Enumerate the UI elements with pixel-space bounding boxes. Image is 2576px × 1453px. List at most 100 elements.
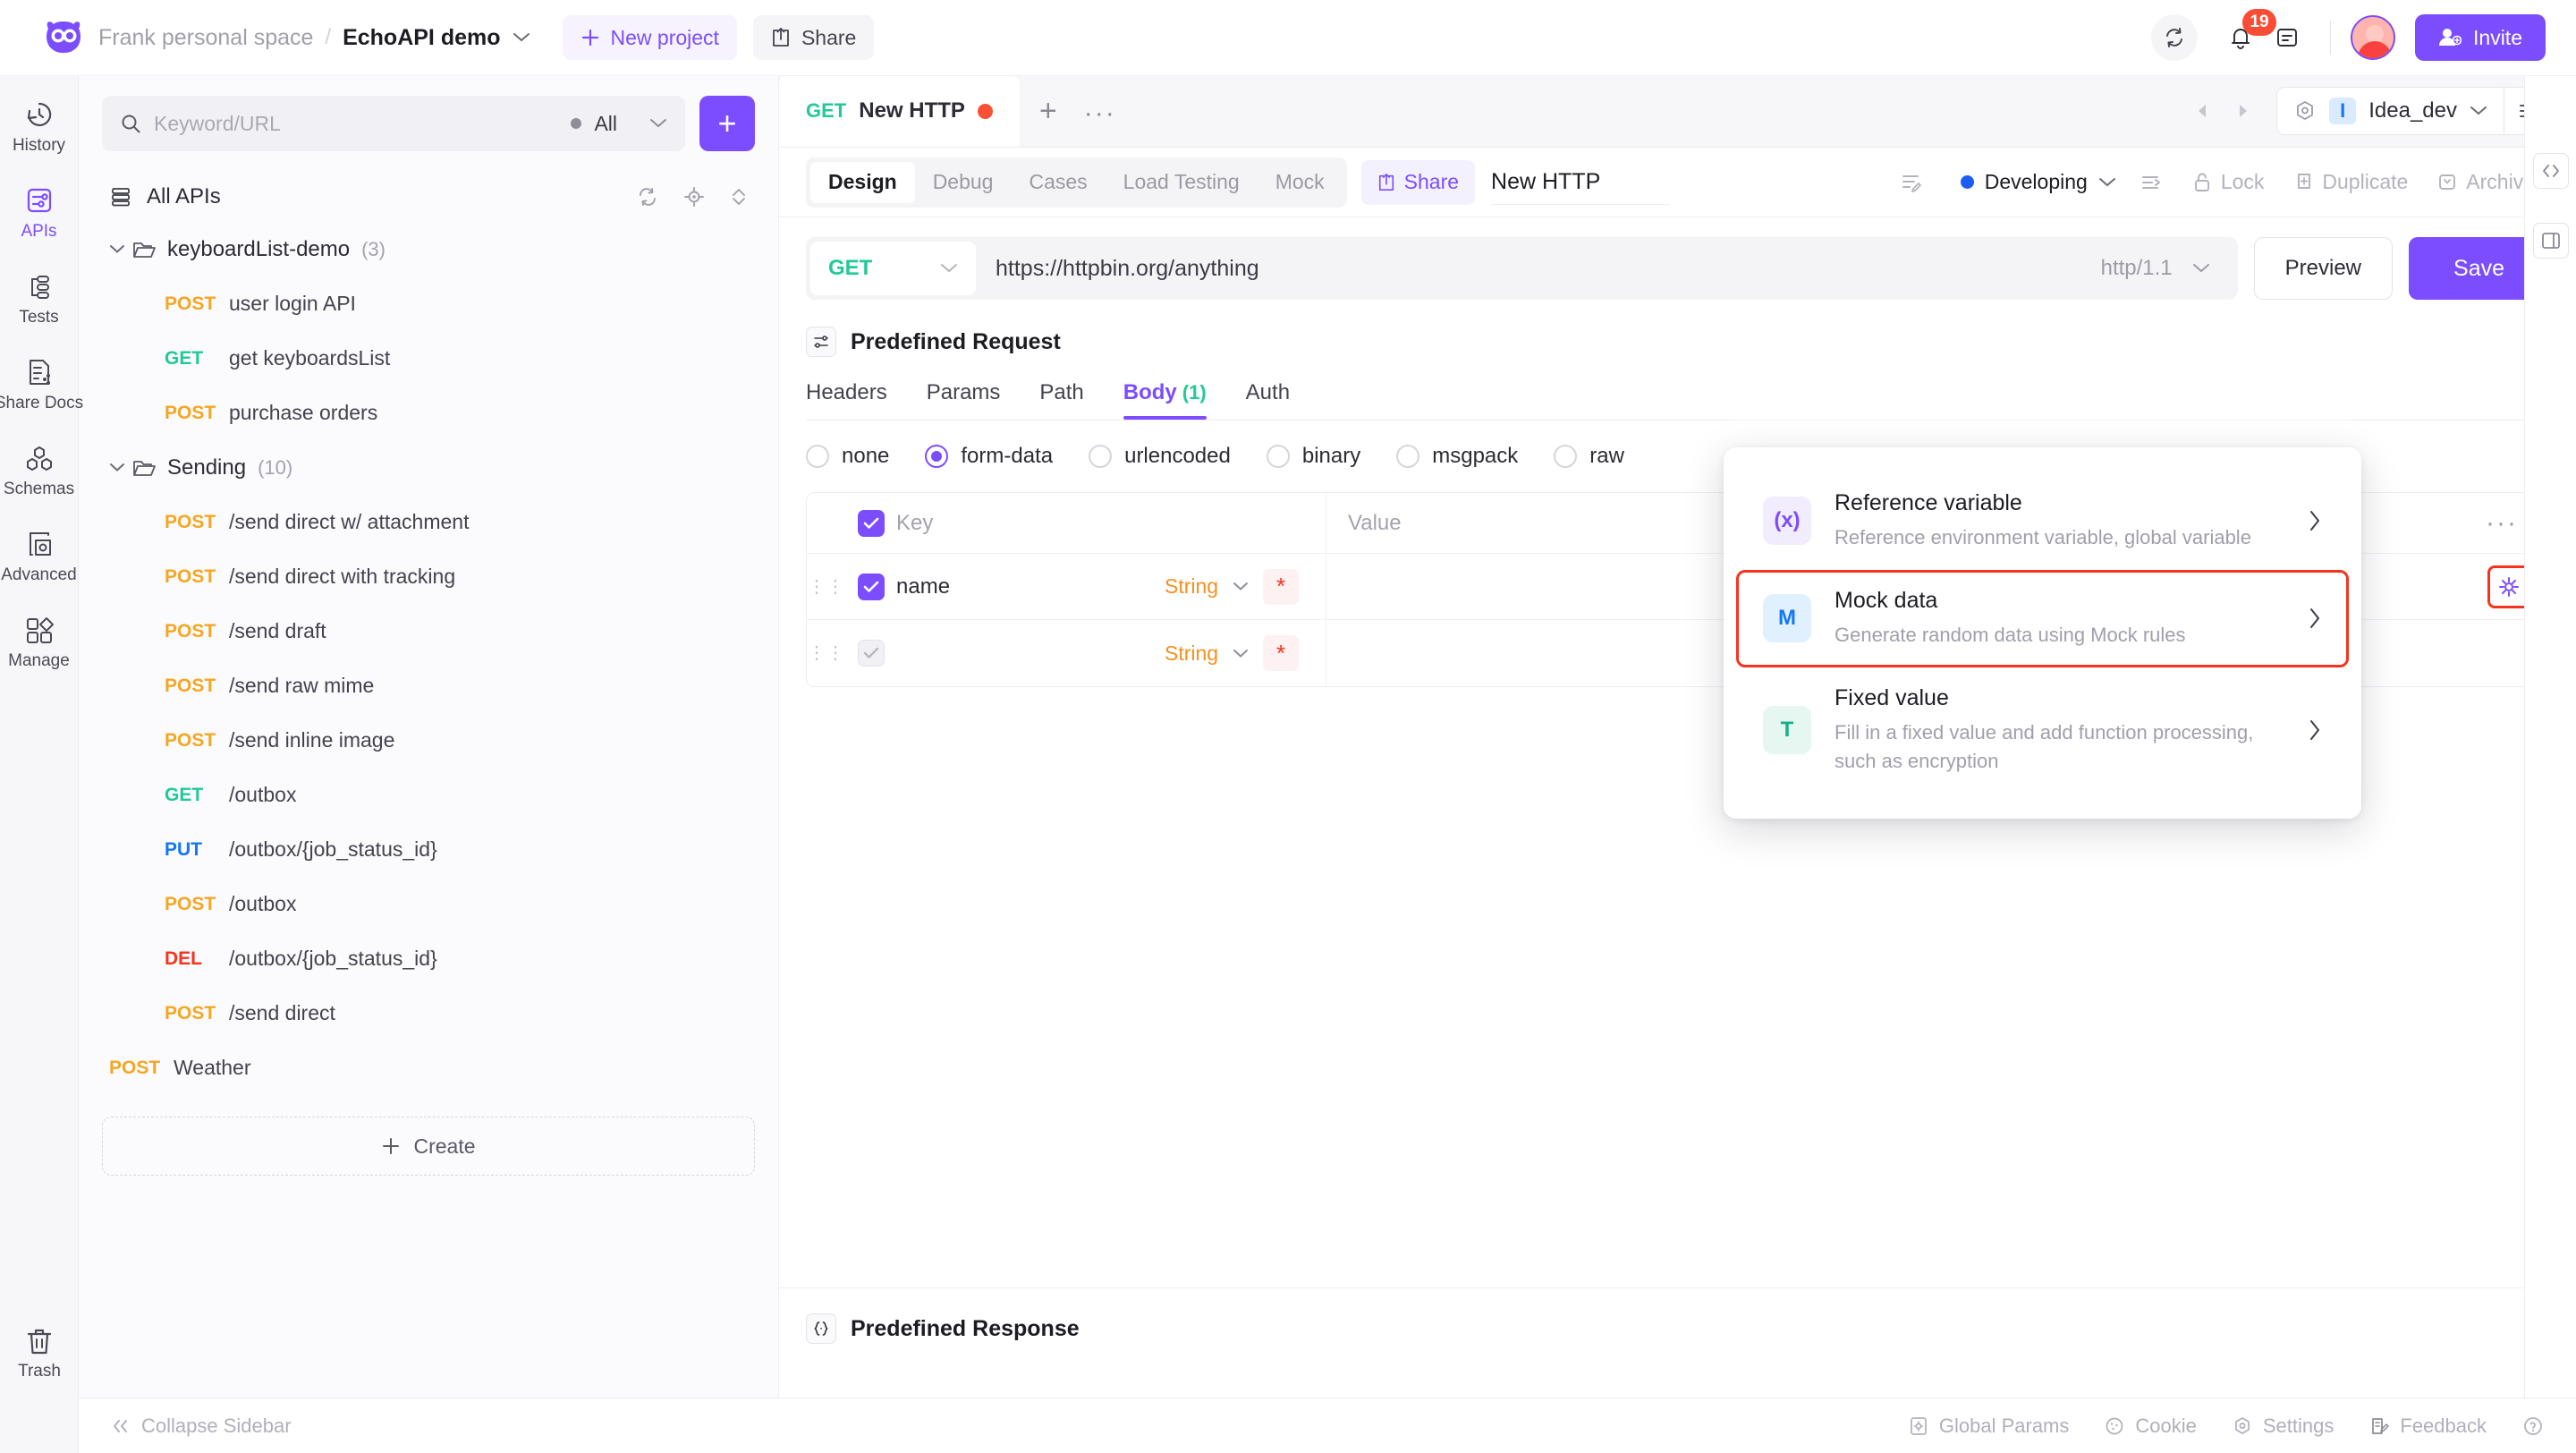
drag-handle-icon[interactable]: ⋮⋮ <box>807 644 846 662</box>
tab-headers[interactable]: Headers <box>806 380 887 420</box>
edit-description-icon[interactable] <box>1885 171 1937 194</box>
notifications-button[interactable]: 19 <box>2217 9 2277 61</box>
sidebar-item-tests[interactable]: Tests <box>0 270 79 326</box>
settings-button[interactable]: Settings <box>2233 1415 2334 1438</box>
cookie-button[interactable]: Cookie <box>2105 1415 2197 1438</box>
list-item[interactable]: POST /send inline image <box>79 713 778 768</box>
list-item[interactable]: POST /send direct w/ attachment <box>79 495 778 549</box>
nav-forward-icon[interactable] <box>2223 102 2264 120</box>
radio-form-data[interactable]: form-data <box>925 444 1053 469</box>
sidebar-item-trash[interactable]: Trash <box>0 1326 79 1380</box>
search-box[interactable]: All <box>102 96 685 151</box>
tab-mock[interactable]: Mock <box>1258 162 1343 203</box>
list-item[interactable]: POST /send raw mime <box>79 659 778 713</box>
feedback-button[interactable]: Feedback <box>2369 1415 2487 1438</box>
sidebar-item-share-docs[interactable]: Share Docs <box>0 356 83 412</box>
popup-item-reference-variable[interactable]: (x) Reference variable Reference environ… <box>1736 472 2349 570</box>
method-selector[interactable]: GET <box>810 242 976 295</box>
list-item[interactable]: GET /outbox <box>79 768 778 822</box>
sidebar-item-advanced[interactable]: Advanced <box>0 528 79 583</box>
workspace-name[interactable]: Frank personal space <box>98 25 313 51</box>
row-type-selector[interactable]: String * <box>1165 568 1326 605</box>
required-toggle[interactable]: * <box>1263 568 1300 605</box>
radio-binary[interactable]: binary <box>1266 444 1360 469</box>
tab-params[interactable]: Params <box>927 380 1001 420</box>
row-checkbox[interactable] <box>846 573 896 600</box>
popup-item-mock-data[interactable]: M Mock data Generate random data using M… <box>1736 569 2349 667</box>
popup-item-fixed-value[interactable]: T Fixed value Fill in a fixed value and … <box>1736 667 2349 794</box>
required-toggle[interactable]: * <box>1263 635 1300 671</box>
project-name[interactable]: EchoAPI demo <box>343 25 500 51</box>
new-project-button[interactable]: New project <box>562 15 737 60</box>
status-badge[interactable]: Developing <box>1960 170 2116 194</box>
chevron-down-icon[interactable] <box>109 463 132 472</box>
tab-auth[interactable]: Auth <box>1246 380 1290 420</box>
environment-selector[interactable]: I Idea_dev <box>2276 87 2504 135</box>
radio-msgpack[interactable]: msgpack <box>1396 444 1518 469</box>
drag-handle-icon[interactable]: ⋮⋮ <box>807 578 846 596</box>
share-button[interactable]: Share <box>752 15 875 60</box>
locate-icon[interactable] <box>683 186 705 208</box>
chevron-down-icon[interactable] <box>109 244 132 254</box>
all-apis-row[interactable]: All APIs <box>102 172 755 222</box>
sync-icon[interactable] <box>2151 14 2199 61</box>
list-item[interactable]: DEL /outbox/{job_status_id} <box>79 931 778 986</box>
help-button[interactable] <box>2522 1415 2544 1437</box>
api-name-input[interactable] <box>1491 159 1671 205</box>
nav-back-icon[interactable] <box>2182 102 2223 120</box>
chevron-down-icon[interactable] <box>2470 106 2487 116</box>
tab-overflow-button[interactable]: ··· <box>1077 81 1123 147</box>
lock-button[interactable]: Lock <box>2177 170 2279 194</box>
tab-new-http[interactable]: GET New HTTP <box>779 75 1020 147</box>
list-item[interactable]: POST /send direct <box>79 986 778 1041</box>
tab-design[interactable]: Design <box>810 161 915 203</box>
tab-body[interactable]: Body (1) <box>1123 380 1207 420</box>
list-item[interactable]: POST user login API <box>79 276 778 331</box>
sidebar-item-history[interactable]: History <box>0 98 79 154</box>
radio-raw[interactable]: raw <box>1554 444 1624 469</box>
list-item[interactable]: POST /send direct with tracking <box>79 549 778 604</box>
add-api-button[interactable]: + <box>699 96 755 151</box>
list-item[interactable]: GET get keyboardsList <box>79 331 778 386</box>
create-button[interactable]: Create <box>102 1117 755 1176</box>
code-snippet-icon[interactable] <box>2532 153 2569 189</box>
invite-button[interactable]: Invite <box>2415 14 2546 61</box>
row-type-selector[interactable]: String * <box>1165 635 1326 671</box>
tab-load-testing[interactable]: Load Testing <box>1106 162 1258 203</box>
filter-label[interactable]: All <box>594 112 617 136</box>
list-item[interactable]: PUT /outbox/{job_status_id} <box>79 822 778 877</box>
expand-collapse-icon[interactable] <box>730 186 748 208</box>
chevron-down-icon[interactable] <box>513 32 530 43</box>
list-item[interactable]: POST /outbox <box>79 877 778 931</box>
refresh-icon[interactable] <box>637 186 658 208</box>
row-checkbox[interactable] <box>846 640 896 667</box>
list-item[interactable]: POST Weather <box>79 1041 778 1095</box>
sidebar-item-schemas[interactable]: Schemas <box>0 442 79 497</box>
radio-urlencoded[interactable]: urlencoded <box>1089 444 1231 469</box>
global-params-button[interactable]: Global Params <box>1909 1415 2069 1438</box>
share-api-button[interactable]: Share <box>1360 159 1476 205</box>
add-tab-button[interactable]: + <box>1020 75 1077 147</box>
sidebar-item-manage[interactable]: Manage <box>0 614 79 669</box>
radio-none[interactable]: none <box>806 444 889 469</box>
duplicate-button[interactable]: Duplicate <box>2278 170 2422 194</box>
chevron-down-icon[interactable] <box>649 118 667 129</box>
indent-icon[interactable] <box>2125 171 2177 194</box>
search-input[interactable] <box>154 111 559 136</box>
tab-cases[interactable]: Cases <box>1011 162 1105 203</box>
table-options-button[interactable]: ··· <box>2473 508 2530 539</box>
tab-debug[interactable]: Debug <box>915 162 1012 203</box>
preview-button[interactable]: Preview <box>2253 237 2394 300</box>
protocol-selector[interactable]: http/1.1 <box>2078 256 2233 281</box>
row-key[interactable]: name <box>896 574 1165 599</box>
avatar[interactable] <box>2351 15 2396 60</box>
collapse-sidebar-button[interactable]: Collapse Sidebar <box>111 1415 292 1438</box>
list-item[interactable]: POST /send draft <box>79 604 778 659</box>
sidebar-item-apis[interactable]: APIs <box>0 184 79 240</box>
tree-folder[interactable]: keyboardList-demo (3) <box>79 222 778 276</box>
chevron-down-icon[interactable] <box>2098 177 2116 188</box>
list-item[interactable]: POST purchase orders <box>79 386 778 440</box>
tab-path[interactable]: Path <box>1039 380 1083 420</box>
tree-folder[interactable]: Sending (10) <box>79 440 778 495</box>
url-input[interactable] <box>976 242 2078 295</box>
